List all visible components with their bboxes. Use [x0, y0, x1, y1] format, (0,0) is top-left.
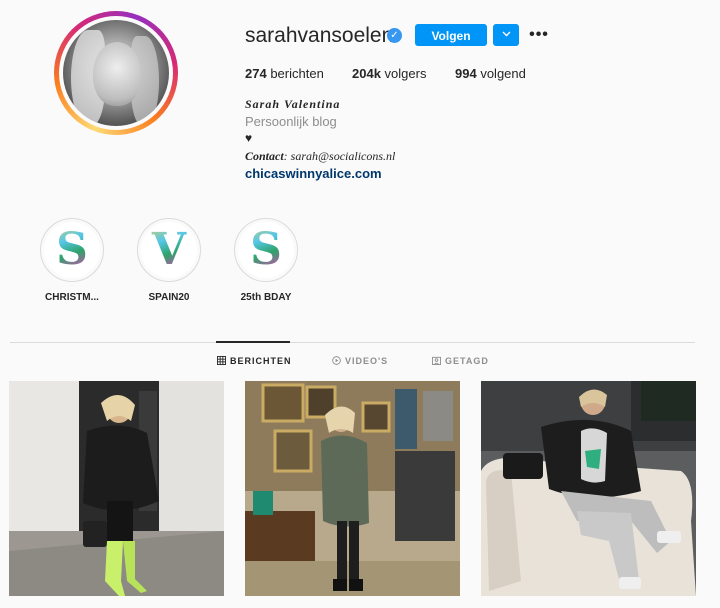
post-thumbnail[interactable] — [481, 381, 696, 596]
highlight-cover: S — [44, 222, 100, 278]
posts-count: 274 — [245, 66, 267, 81]
profile-full-name: Sarah Valentina — [245, 97, 341, 111]
highlight-cover-letter: V — [141, 222, 197, 278]
profile-category: Persoonlijk blog — [245, 114, 337, 129]
active-tab-indicator — [216, 341, 290, 343]
highlight-christmas[interactable]: S CHRISTM... — [31, 218, 113, 303]
tab-tagged-label: GETAGD — [445, 356, 489, 366]
highlight-label: 25th BDAY — [240, 292, 292, 303]
avatar-photo — [63, 20, 169, 126]
tab-posts-label: BERICHTEN — [230, 356, 292, 366]
tabs-divider — [10, 342, 695, 343]
more-options-button[interactable]: ••• — [529, 24, 549, 46]
highlight-ring: V — [137, 218, 201, 282]
following-count: 994 — [455, 66, 477, 81]
highlight-spain20[interactable]: V SPAIN20 — [128, 218, 210, 303]
profile-website-link[interactable]: chicaswinnyalice.com — [245, 166, 382, 181]
contact-value: : sarah@socialicons.nl — [283, 149, 396, 163]
posts-label: berichten — [270, 66, 324, 81]
video-icon — [332, 356, 341, 365]
profile-avatar[interactable] — [54, 11, 178, 135]
followers-count: 204k — [352, 66, 381, 81]
post-thumbnail[interactable] — [245, 381, 460, 596]
chevron-down-icon — [502, 31, 510, 37]
tab-tagged[interactable]: GETAGD — [432, 356, 489, 366]
profile-username: sarahvansoelen — [245, 24, 394, 47]
suggestions-dropdown-button[interactable] — [493, 24, 519, 46]
highlight-cover: S — [238, 222, 294, 278]
highlight-label: SPAIN20 — [148, 292, 190, 303]
tag-icon — [432, 356, 441, 365]
tab-posts[interactable]: BERICHTEN — [217, 356, 292, 366]
highlight-ring: S — [234, 218, 298, 282]
verified-badge-icon: ✓ — [387, 28, 402, 43]
post-image — [245, 381, 460, 596]
avatar-face — [93, 42, 141, 106]
tab-videos[interactable]: VIDEO'S — [332, 356, 388, 366]
contact-label: Contact — [245, 149, 284, 163]
tab-videos-label: VIDEO'S — [345, 356, 389, 366]
grid-icon — [217, 356, 226, 365]
following-label: volgend — [480, 66, 526, 81]
highlight-25th-bday[interactable]: S 25th BDAY — [225, 218, 307, 303]
follow-button[interactable]: Volgen — [415, 24, 487, 46]
following-stat[interactable]: 994 volgend — [455, 66, 526, 82]
followers-stat[interactable]: 204k volgers — [352, 66, 426, 82]
post-image — [9, 381, 224, 596]
posts-stat: 274 berichten — [245, 66, 324, 82]
bio-contact: Contact: sarah@socialicons.nl — [245, 149, 395, 164]
post-image — [481, 381, 696, 596]
followers-label: volgers — [384, 66, 427, 81]
highlight-cover-letter: S — [44, 222, 100, 278]
highlight-cover: V — [141, 222, 197, 278]
post-thumbnail[interactable] — [9, 381, 224, 596]
avatar-border — [59, 16, 173, 130]
more-dots-icon: ••• — [529, 26, 549, 43]
heart-icon: ♥ — [245, 131, 253, 145]
highlight-cover-letter: S — [238, 222, 294, 278]
highlight-ring: S — [40, 218, 104, 282]
highlight-label: CHRISTM... — [45, 292, 99, 303]
